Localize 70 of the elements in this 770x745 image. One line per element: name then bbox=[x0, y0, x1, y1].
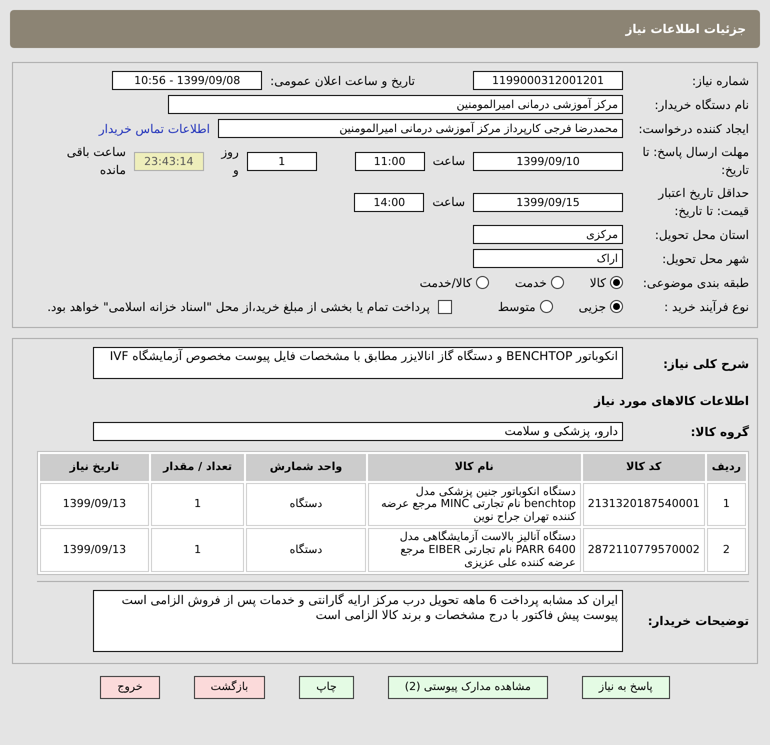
action-button[interactable]: پاسخ به نیاز bbox=[582, 676, 670, 699]
column-header: واحد شمارش bbox=[246, 454, 366, 480]
column-header: تاریخ نیاز bbox=[40, 454, 149, 480]
days-field: 1 bbox=[246, 152, 317, 170]
table-cell: دستگاه آنالیز بالاست آزمایشگاهی مدل PARR 6400 نام تجارتی EIBER مرجع عرضه کننده علی عزیزی bbox=[368, 528, 581, 572]
field-label: توضیحات خریدار: bbox=[646, 613, 749, 630]
radio-button[interactable] bbox=[610, 276, 623, 289]
announce-date-field: 1399/09/08 - 10:56 bbox=[112, 71, 262, 90]
need-number-field: 1199000312001201 bbox=[473, 71, 623, 90]
table-cell: 1 bbox=[150, 528, 244, 572]
action-button[interactable]: بازگشت bbox=[194, 676, 266, 699]
option-label: خدمت bbox=[514, 274, 547, 292]
table-cell: دستگاه bbox=[246, 482, 366, 526]
option-label: کالا bbox=[590, 274, 606, 292]
action-button[interactable]: مشاهده مدارک پیوستی (2) bbox=[388, 676, 548, 699]
option-label: جزیی bbox=[578, 298, 606, 316]
action-button[interactable]: خروج bbox=[100, 676, 160, 699]
column-header: تعداد / مقدار bbox=[150, 454, 244, 480]
column-header: نام کالا bbox=[368, 454, 581, 480]
contact-link[interactable]: اطلاعات تماس خریدار bbox=[98, 120, 210, 138]
column-header: ردیف bbox=[706, 454, 746, 480]
field-label: روز و bbox=[220, 144, 239, 179]
page-title: جزئیات اطلاعات نیاز bbox=[10, 10, 760, 48]
field-label: شرح کلی نیاز: bbox=[662, 356, 749, 373]
field-label: گروه کالا: bbox=[690, 424, 749, 440]
table-cell: 1 bbox=[150, 482, 244, 526]
table-cell: 1 bbox=[706, 482, 746, 526]
table-cell: 2 bbox=[706, 528, 746, 572]
field-label: حداقل تاریخ اعتبار قیمت: تا تاریخ: bbox=[656, 185, 749, 220]
option-label: پرداخت تمام یا بخشی از مبلغ خرید،از محل "اسناد خزانه اسلامی" خواهد بود. bbox=[47, 298, 430, 316]
radio-button[interactable] bbox=[476, 276, 489, 289]
action-button[interactable]: چاپ bbox=[299, 676, 354, 699]
radio-button[interactable] bbox=[610, 300, 623, 313]
field-label: مهلت ارسال پاسخ: تا تاریخ: bbox=[641, 144, 749, 179]
column-header: کد کالا bbox=[582, 454, 705, 480]
remaining-time-field: 23:43:14 bbox=[134, 152, 204, 170]
table-cell: دستگاه bbox=[246, 528, 366, 572]
field-label: ایجاد کننده درخواست: bbox=[637, 120, 749, 138]
date-field: 1399/09/15 bbox=[473, 192, 623, 212]
goods-group-field: دارو، پزشکی و سلامت bbox=[93, 422, 623, 441]
table-cell: 1399/09/13 bbox=[40, 482, 149, 526]
time-field: 11:00 bbox=[354, 152, 425, 170]
buyer-name-field: مرکز آموزشی درمانی امیرالمومنین bbox=[168, 95, 623, 114]
table-cell: 1399/09/13 bbox=[40, 528, 149, 572]
field-label: طبقه بندی موضوعی: bbox=[642, 274, 749, 292]
table-cell: دستگاه انکوباتور جنین پزشکی مدل benchtop نام تجارتی MINC مرجع عرضه کننده تهران جراح نوین bbox=[368, 482, 581, 526]
table-cell: 2872110779570002 bbox=[582, 528, 705, 572]
creator-field: محمدرضا فرجی کارپرداز مرکز آموزشی درمانی امیرالمومنین bbox=[218, 119, 623, 138]
field-label: شهر محل تحویل: bbox=[661, 250, 749, 268]
time-field: 14:00 bbox=[354, 192, 424, 212]
radio-button[interactable] bbox=[550, 276, 564, 289]
notes-field: ایران کد مشابه پرداخت 6 ماهه تحویل درب مرکز ارایه گارانتی و خدمات پس از فروش الزامی است پیوست پیش فاکتور با درج مشخصات و برند کالا الزامی است bbox=[93, 590, 623, 652]
option-label: متوسط bbox=[498, 298, 536, 316]
field-label: تاریخ و ساعت اعلان عمومی: bbox=[270, 72, 415, 90]
section-title: اطلاعات کالاهای مورد نیاز bbox=[594, 392, 749, 410]
city-field: اراک bbox=[473, 249, 623, 268]
date-field: 1399/09/10 bbox=[473, 152, 623, 170]
option-label: کالا/خدمت bbox=[420, 274, 472, 292]
field-label: استان محل تحویل: bbox=[654, 226, 749, 244]
province-field: مرکزی bbox=[473, 225, 623, 244]
table-cell: 2131320187540001 bbox=[582, 482, 705, 526]
field-label: ساعت باقی مانده bbox=[66, 144, 126, 179]
field-label: نام دستگاه خریدار: bbox=[654, 96, 749, 114]
field-label: ساعت bbox=[432, 194, 465, 211]
field-label: شماره نیاز: bbox=[691, 72, 749, 90]
field-label: نوع فرآیند خرید : bbox=[663, 298, 749, 316]
field-label: ساعت bbox=[432, 153, 466, 170]
radio-button[interactable] bbox=[540, 300, 553, 313]
checkbox[interactable] bbox=[438, 300, 452, 314]
description-field: انکوباتور BENCHTOP و دستگاه گاز انالایزر مطابق با مشخصات فایل پیوست مخصوص آزمایشگاه IVF bbox=[93, 347, 623, 379]
